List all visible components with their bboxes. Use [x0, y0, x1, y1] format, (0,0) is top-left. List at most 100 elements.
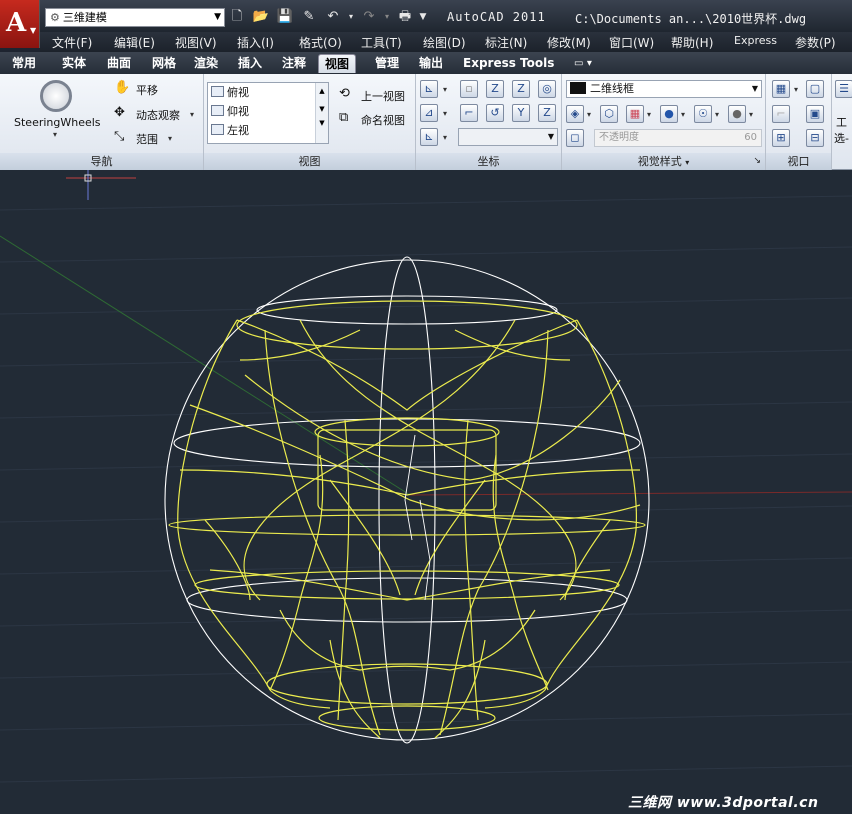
named-views-icon[interactable]: ⧉ [339, 110, 348, 125]
named-views-label[interactable]: 命名视图 [361, 112, 405, 128]
ucs-zaxis-icon[interactable]: Z [512, 80, 530, 98]
extents-label[interactable]: 范围 [136, 131, 158, 147]
menu-modify[interactable]: 修改(M) [547, 34, 591, 51]
chevron-down-icon[interactable]: ▾ [587, 110, 591, 119]
panel-title-visual-styles[interactable]: 视觉样式 ▾ ↘ [562, 153, 765, 170]
menu-parametric[interactable]: 参数(P) [795, 34, 836, 51]
redo-icon[interactable]: ↷ [360, 9, 378, 25]
menu-edit[interactable]: 编辑(E) [114, 34, 155, 51]
save-icon[interactable]: 💾 [276, 9, 294, 25]
redo-dropdown-icon[interactable]: ▾ [378, 9, 396, 25]
tab-render[interactable]: 渲染 [188, 54, 224, 73]
menu-window[interactable]: 窗口(W) [609, 34, 654, 51]
application-menu-button[interactable]: A ▼ [0, 0, 40, 48]
face-color-icon[interactable]: ● [660, 105, 678, 123]
views-gallery[interactable]: 俯视 仰视 左视 ▲ ▼ ▼ [207, 82, 329, 144]
gallery-scrollbar[interactable]: ▲ ▼ ▼ [315, 83, 328, 143]
menu-express[interactable]: Express [734, 34, 777, 47]
save-as-icon[interactable]: ✎ [300, 9, 318, 25]
view-item-top[interactable]: 俯视 [211, 84, 249, 102]
chevron-down-icon[interactable]: ▾ [681, 110, 685, 119]
steering-wheels-label[interactable]: SteeringWheels [14, 116, 101, 129]
qat-customize-icon[interactable]: ▼ [414, 9, 432, 25]
previous-view-label[interactable]: 上一视图 [361, 88, 405, 104]
view-item-left[interactable]: 左视 [211, 122, 249, 140]
ucs-origin-icon[interactable]: Z [486, 80, 504, 98]
tab-output[interactable]: 输出 [413, 54, 449, 73]
open-file-icon[interactable]: 📂 [252, 9, 270, 25]
previous-view-icon[interactable]: ⟲ [339, 86, 350, 101]
chevron-down-icon[interactable]: ▾ [443, 109, 447, 118]
lighting-icon[interactable]: ☉ [694, 105, 712, 123]
ucs-world-icon[interactable]: ▫ [460, 80, 478, 98]
tab-surface[interactable]: 曲面 [101, 54, 137, 73]
chevron-down-icon[interactable]: ▾ [443, 133, 447, 142]
view-item-bottom[interactable]: 仰视 [211, 103, 249, 121]
chevron-down-icon[interactable]: ▾ [443, 85, 447, 94]
chevron-down-icon[interactable]: ▾ [53, 130, 57, 139]
menu-file[interactable]: 文件(F) [52, 34, 92, 51]
tool-palette-icon[interactable]: ☰ [835, 80, 852, 98]
undo-dropdown-icon[interactable]: ▾ [342, 9, 360, 25]
menu-insert[interactable]: 插入(I) [237, 34, 274, 51]
new-file-icon[interactable]: 🗋 [228, 9, 246, 25]
orbit-icon[interactable]: ✥ [114, 105, 125, 120]
viewport-join-icon[interactable]: ▣ [806, 105, 824, 123]
menu-dimension[interactable]: 标注(N) [485, 34, 527, 51]
tab-home[interactable]: 常用 [6, 54, 42, 73]
tools-label[interactable]: 工 [836, 114, 847, 130]
opacity-icon[interactable]: ◻ [566, 129, 584, 147]
chevron-down-icon[interactable]: ▾ [168, 134, 172, 143]
opacity-slider[interactable]: 不透明度 60 [594, 129, 762, 147]
tab-manage[interactable]: 管理 [369, 54, 405, 73]
ucs-z-icon[interactable]: Z [538, 104, 556, 122]
ucs-view-icon[interactable]: Y [512, 104, 530, 122]
chevron-down-icon[interactable]: ▾ [715, 110, 719, 119]
shadows-icon[interactable]: ⬡ [600, 105, 618, 123]
ucs-object-icon[interactable]: ⌐ [460, 104, 478, 122]
menu-view[interactable]: 视图(V) [175, 34, 217, 51]
drawing-viewport[interactable]: 三维网 www.3dportal.cn [0, 170, 852, 814]
orbit-label[interactable]: 动态观察 [136, 107, 180, 123]
tab-mesh[interactable]: 网格 [146, 54, 182, 73]
dialog-launcher-icon[interactable]: ↘ [753, 153, 761, 170]
ucs-3point-icon[interactable]: ⊿ [420, 104, 438, 122]
viewport-clip-icon[interactable]: ⌐ [772, 105, 790, 123]
chevron-down-icon[interactable]: ▾ [749, 110, 753, 119]
chevron-down-icon[interactable]: ▾ [794, 85, 798, 94]
tab-solid[interactable]: 实体 [56, 54, 92, 73]
viewport-config-icon[interactable]: ▦ [772, 80, 790, 98]
chevron-down-icon[interactable]: ▾ [647, 110, 651, 119]
undo-icon[interactable]: ↶ [324, 9, 342, 25]
ucs-face-icon[interactable]: ↺ [486, 104, 504, 122]
steering-wheel-icon[interactable] [40, 80, 72, 112]
plot-icon[interactable]: 🖶 [396, 9, 414, 25]
menu-tools[interactable]: 工具(T) [361, 34, 402, 51]
xray-icon[interactable]: ◈ [566, 105, 584, 123]
pan-hand-icon[interactable]: ✋ [114, 80, 130, 95]
visual-style-combo[interactable]: 二维线框 ▼ [566, 80, 762, 98]
zoom-extents-icon[interactable]: ⤡ [114, 129, 124, 144]
ucs-icon-toggle[interactable]: ⊾ [420, 128, 438, 146]
edge-effects-icon[interactable]: ▦ [626, 105, 644, 123]
ucs-named-icon[interactable]: ◎ [538, 80, 556, 98]
chevron-down-icon[interactable]: ▾ [190, 110, 194, 119]
new-viewport-icon[interactable]: ▢ [806, 80, 824, 98]
pan-label[interactable]: 平移 [136, 82, 158, 98]
menu-help[interactable]: 帮助(H) [671, 34, 713, 51]
workspace-dropdown[interactable]: ⚙ 三维建模 ▼ [45, 8, 225, 27]
ucs-combo[interactable]: ▼ [458, 128, 558, 146]
material-icon[interactable]: ● [728, 105, 746, 123]
tab-insert[interactable]: 插入 [232, 54, 268, 73]
tab-view[interactable]: 视图 [318, 54, 357, 73]
ucs-icon[interactable]: ⊾ [420, 80, 438, 98]
tab-express-tools[interactable]: Express Tools [457, 54, 560, 73]
ribbon-minimize-icon[interactable]: ▭ ▾ [568, 54, 598, 73]
viewport-restore-icon[interactable]: ⊞ [772, 129, 790, 147]
menu-draw[interactable]: 绘图(D) [423, 34, 466, 51]
viewport-layout-icon[interactable]: ⊟ [806, 129, 824, 147]
tab-annotate[interactable]: 注释 [276, 54, 312, 73]
panel-coordinates: ⊾ ▾ ▫ ⊿ ▾ ⌐ ↺ Y Z Z Z ◎ ⊾ ▾ ▼ 坐标 [416, 74, 562, 170]
tools-label-2[interactable]: 选- [834, 130, 849, 146]
menu-format[interactable]: 格式(O) [299, 34, 342, 51]
